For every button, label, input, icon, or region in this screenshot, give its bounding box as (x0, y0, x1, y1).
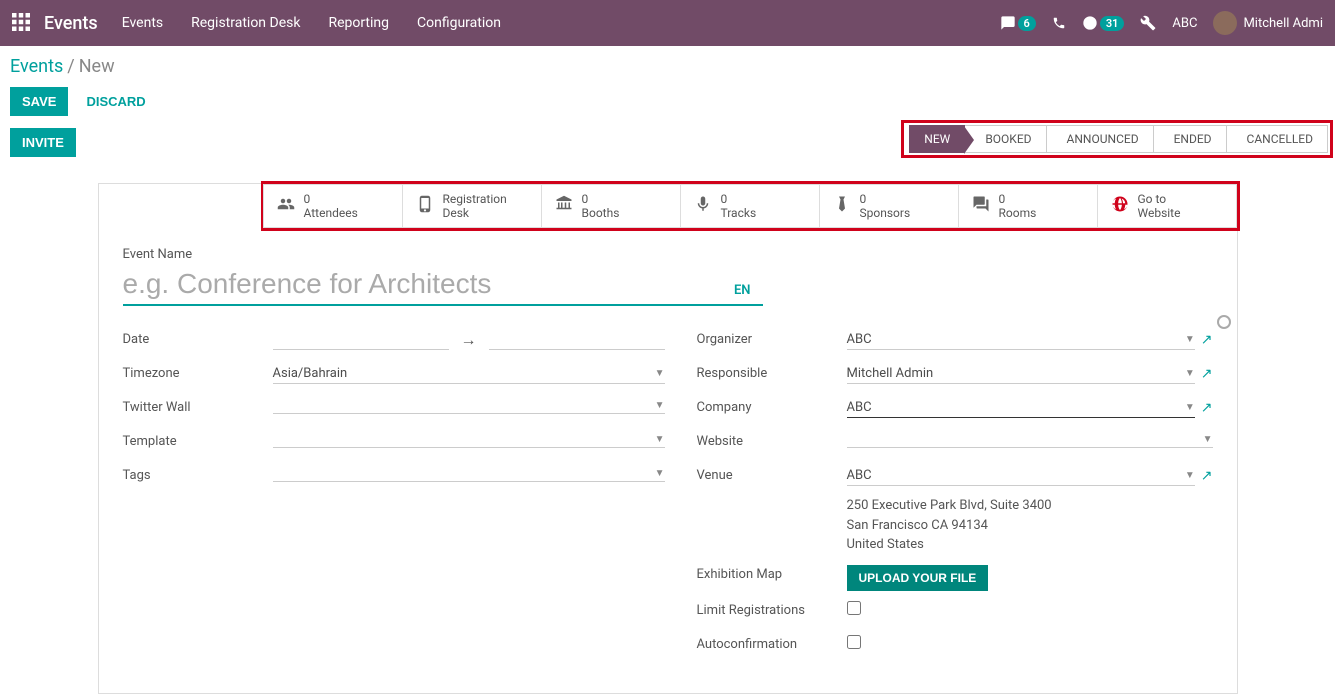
messages-badge: 6 (1018, 16, 1036, 31)
template-label: Template (123, 432, 273, 449)
company-label: Company (697, 398, 847, 415)
tie-icon (828, 195, 856, 218)
website-label: Website (697, 432, 847, 449)
upload-file-button[interactable]: UPLOAD YOUR FILE (847, 565, 989, 591)
invite-button[interactable]: INVITE (10, 128, 76, 157)
responsible-label: Responsible (697, 364, 847, 381)
status-ended[interactable]: ENDED (1153, 125, 1227, 153)
activity-badge: 31 (1100, 16, 1125, 31)
tags-select[interactable]: ▼ (273, 466, 665, 482)
chevron-down-icon: ▼ (655, 434, 665, 445)
responsible-external-link-icon[interactable]: ↗ (1201, 366, 1213, 382)
autoconfirm-checkbox[interactable] (847, 635, 861, 649)
status-announced[interactable]: ANNOUNCED (1046, 125, 1154, 153)
chevron-down-icon: ▼ (655, 400, 665, 411)
timezone-select[interactable]: Asia/Bahrain▼ (273, 364, 665, 384)
users-icon (272, 195, 300, 218)
company-external-link-icon[interactable]: ↗ (1201, 400, 1213, 416)
autoconfirm-label: Autoconfirmation (697, 635, 847, 652)
venue-external-link-icon[interactable]: ↗ (1201, 468, 1213, 484)
microphone-icon (689, 195, 717, 218)
status-bar: NEW BOOKED ANNOUNCED ENDED CANCELLED (901, 120, 1333, 158)
breadcrumb-sep: / (67, 56, 74, 77)
bank-icon (550, 195, 578, 218)
timezone-label: Timezone (123, 364, 273, 381)
twitter-label: Twitter Wall (123, 398, 273, 415)
activity-icon[interactable]: 31 (1082, 15, 1125, 31)
stat-tracks[interactable]: 0Tracks (680, 184, 820, 228)
stat-website[interactable]: Go toWebsite (1097, 184, 1237, 228)
limit-checkbox[interactable] (847, 601, 861, 615)
apps-icon[interactable] (12, 13, 32, 33)
menu-events[interactable]: Events (122, 15, 163, 31)
date-start-input[interactable] (273, 330, 449, 350)
template-select[interactable]: ▼ (273, 432, 665, 448)
company-switcher[interactable]: ABC (1172, 16, 1197, 31)
date-end-input[interactable] (489, 330, 665, 350)
organizer-external-link-icon[interactable]: ↗ (1201, 332, 1213, 348)
chevron-down-icon: ▼ (1185, 334, 1195, 345)
venue-address: 250 Executive Park Blvd, Suite 3400 San … (847, 496, 1213, 555)
breadcrumb-root[interactable]: Events (10, 56, 63, 77)
discard-button[interactable]: DISCARD (78, 87, 153, 116)
left-column: Date → Timezone Asia/Bahrain▼ (123, 330, 665, 669)
avatar (1213, 11, 1237, 35)
responsible-select[interactable]: Mitchell Admin▼ (847, 364, 1195, 384)
stat-registration-desk[interactable]: RegistrationDesk (402, 184, 542, 228)
organizer-select[interactable]: ABC▼ (847, 330, 1195, 350)
mobile-icon (411, 195, 439, 218)
event-name-label: Event Name (123, 247, 1213, 262)
date-label: Date (123, 330, 273, 347)
limit-label: Limit Registrations (697, 601, 847, 618)
debug-icon[interactable] (1140, 15, 1156, 31)
menu-reporting[interactable]: Reporting (328, 15, 389, 31)
stat-attendees[interactable]: 0Attendees (263, 184, 403, 228)
tags-label: Tags (123, 466, 273, 483)
event-name-input[interactable] (123, 264, 722, 304)
messages-icon[interactable]: 6 (1000, 15, 1036, 31)
app-title[interactable]: Events (44, 13, 98, 34)
user-name: Mitchell Admi (1243, 16, 1323, 31)
organizer-label: Organizer (697, 330, 847, 347)
stat-booths[interactable]: 0Booths (541, 184, 681, 228)
right-column: Organizer ABC▼ ↗ Responsible Mitchell Ad… (697, 330, 1213, 669)
breadcrumb: Events / New (0, 46, 1335, 81)
active-toggle[interactable] (1217, 315, 1231, 329)
stat-rooms[interactable]: 0Rooms (958, 184, 1098, 228)
chevron-down-icon: ▼ (655, 368, 665, 379)
breadcrumb-current: New (79, 56, 115, 77)
chevron-down-icon: ▼ (1185, 368, 1195, 379)
save-button[interactable]: SAVE (10, 87, 68, 116)
chevron-down-icon: ▼ (1203, 434, 1213, 445)
globe-icon (1106, 195, 1134, 218)
chat-icon (967, 195, 995, 218)
phone-icon[interactable] (1052, 16, 1066, 30)
status-new[interactable]: NEW (909, 125, 965, 153)
stat-buttons: 0Attendees RegistrationDesk 0Booths 0Tra… (261, 181, 1240, 231)
topbar: Events Events Registration Desk Reportin… (0, 0, 1335, 46)
chevron-down-icon: ▼ (655, 468, 665, 479)
invite-row: INVITE NEW BOOKED ANNOUNCED ENDED CANCEL… (0, 122, 1335, 163)
status-booked[interactable]: BOOKED (964, 125, 1046, 153)
lang-button[interactable]: EN (722, 283, 763, 304)
exhibition-label: Exhibition Map (697, 565, 847, 582)
venue-select[interactable]: ABC▼ (847, 466, 1195, 486)
menu-registration-desk[interactable]: Registration Desk (191, 15, 300, 31)
form-sheet: 0Attendees RegistrationDesk 0Booths 0Tra… (98, 183, 1238, 694)
action-row: SAVE DISCARD (0, 81, 1335, 122)
menu-configuration[interactable]: Configuration (417, 15, 501, 31)
company-select[interactable]: ABC▼ (847, 398, 1195, 418)
venue-label: Venue (697, 466, 847, 483)
arrow-icon: → (461, 330, 477, 350)
twitter-select[interactable]: ▼ (273, 398, 665, 414)
stat-sponsors[interactable]: 0Sponsors (819, 184, 959, 228)
chevron-down-icon: ▼ (1185, 402, 1195, 413)
website-select[interactable]: ▼ (847, 432, 1213, 448)
chevron-down-icon: ▼ (1185, 470, 1195, 481)
user-menu[interactable]: Mitchell Admi (1213, 11, 1323, 35)
status-cancelled[interactable]: CANCELLED (1226, 125, 1328, 153)
